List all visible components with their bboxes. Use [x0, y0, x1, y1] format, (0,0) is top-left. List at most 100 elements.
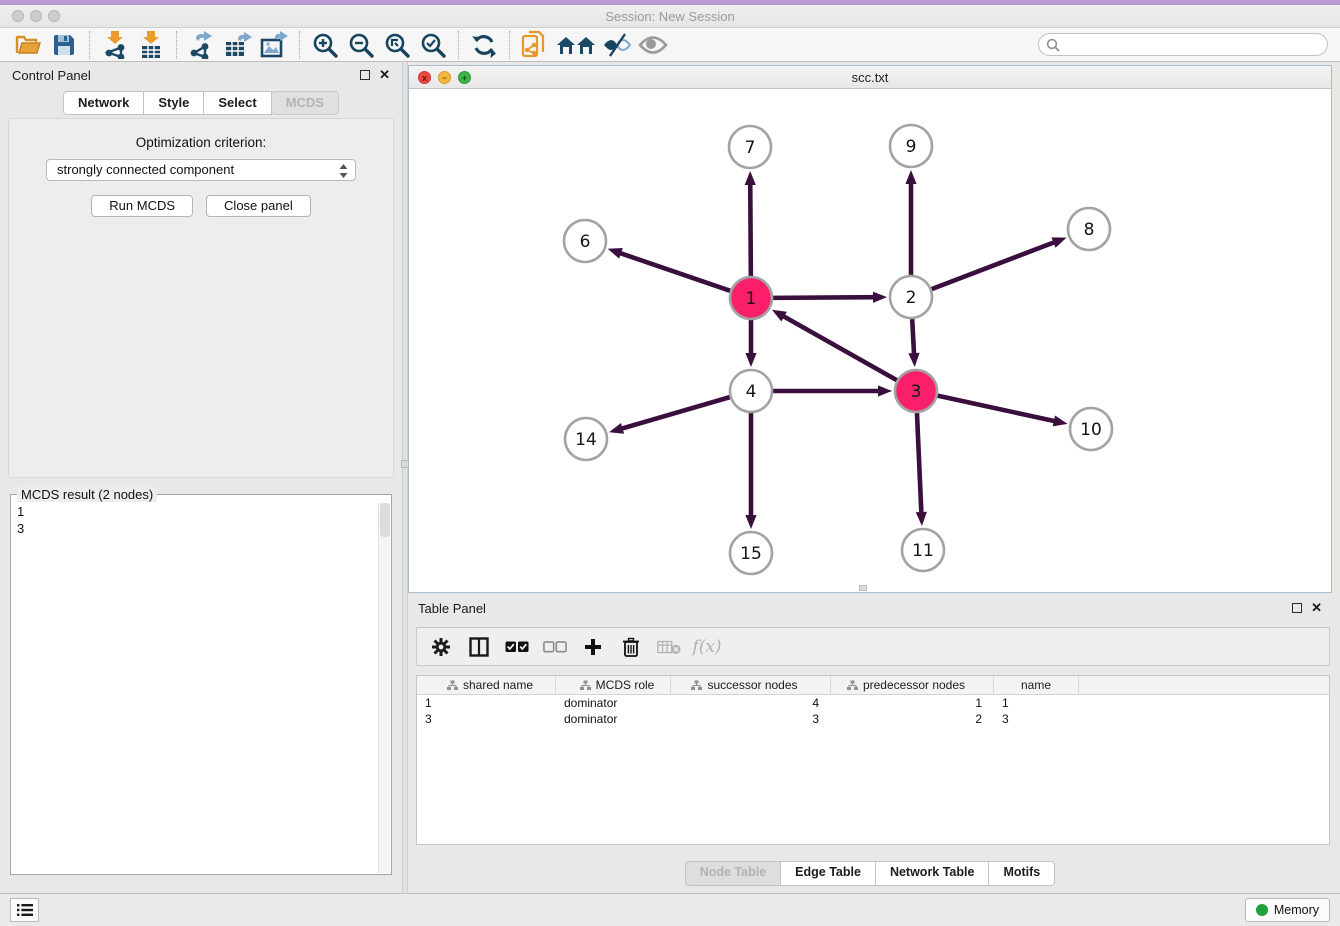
table-cell[interactable]: 1: [994, 695, 1079, 711]
column-label: shared name: [463, 678, 533, 692]
run-mcds-button[interactable]: Run MCDS: [91, 195, 193, 217]
table-cell[interactable]: 3: [417, 711, 556, 727]
save-session-button[interactable]: [49, 30, 79, 60]
graph-edge-2-8[interactable]: [932, 237, 1067, 289]
delete-columns-button[interactable]: [619, 635, 643, 659]
deselect-all-button[interactable]: [543, 635, 567, 659]
close-table-panel-icon[interactable]: ✕: [1311, 600, 1322, 616]
toolbar-search[interactable]: [1038, 33, 1328, 56]
network-titlebar[interactable]: x − + scc.txt: [409, 66, 1331, 89]
column-header-predecessor-nodes[interactable]: predecessor nodes: [831, 676, 994, 695]
network-overview-button[interactable]: [556, 30, 596, 60]
table-cell[interactable]: dominator: [556, 695, 671, 711]
graph-edge-1-2[interactable]: [773, 292, 887, 303]
graph-edge-4-15[interactable]: [745, 413, 756, 529]
bird-eye-view-button[interactable]: [638, 30, 668, 60]
tab-network-table[interactable]: Network Table: [876, 861, 990, 886]
float-panel-icon[interactable]: [360, 70, 370, 80]
import-table-button[interactable]: [136, 30, 166, 60]
tab-select[interactable]: Select: [204, 91, 271, 115]
task-history-button[interactable]: [10, 898, 39, 922]
table-cell[interactable]: 1: [831, 695, 994, 711]
float-table-panel-icon[interactable]: [1292, 603, 1302, 613]
memory-button[interactable]: Memory: [1245, 898, 1330, 922]
export-image-button[interactable]: [259, 30, 289, 60]
column-header-successor-nodes[interactable]: successor nodes: [671, 676, 831, 695]
clone-network-button[interactable]: [520, 30, 550, 60]
result-scrollbar[interactable]: [378, 503, 390, 873]
graph-edge-1-4[interactable]: [745, 320, 756, 367]
save-icon: [52, 33, 76, 57]
table-panel-header: Table Panel ✕: [408, 595, 1332, 621]
graph-node-14[interactable]: 14: [565, 418, 607, 460]
function-builder-button[interactable]: f(x): [695, 635, 719, 659]
tab-motifs[interactable]: Motifs: [989, 861, 1055, 886]
svg-text:1: 1: [746, 289, 757, 309]
graph-edge-3-11[interactable]: [916, 413, 927, 526]
tab-mcds[interactable]: MCDS: [271, 91, 339, 115]
graph-edge-2-9[interactable]: [905, 170, 916, 275]
graph-node-6[interactable]: 6: [564, 220, 606, 262]
import-network-button[interactable]: [100, 30, 130, 60]
status-bar: Memory: [0, 893, 1340, 926]
tab-node-table[interactable]: Node Table: [685, 861, 781, 886]
table-options-button[interactable]: [429, 635, 453, 659]
tab-network[interactable]: Network: [63, 91, 144, 115]
close-panel-icon[interactable]: ✕: [379, 67, 390, 83]
column-header-name[interactable]: name: [994, 676, 1079, 695]
export-table-button[interactable]: [223, 30, 253, 60]
export-network-button[interactable]: [187, 30, 217, 60]
svg-text:9: 9: [906, 137, 917, 157]
apply-layout-button[interactable]: [469, 30, 499, 60]
zoom-out-button[interactable]: [346, 30, 376, 60]
mcds-result-box: MCDS result (2 nodes) 1 3: [10, 494, 392, 875]
graph-edge-4-14[interactable]: [609, 397, 730, 434]
graph-edge-2-3[interactable]: [908, 319, 919, 367]
graph-node-8[interactable]: 8: [1068, 208, 1110, 250]
graph-node-11[interactable]: 11: [902, 529, 944, 571]
graph-node-7[interactable]: 7: [729, 126, 771, 168]
table-cell[interactable]: 3: [671, 711, 831, 727]
zoom-in-button[interactable]: [310, 30, 340, 60]
network-resize-handle[interactable]: [859, 585, 867, 591]
criterion-dropdown[interactable]: strongly connected component: [46, 159, 356, 181]
graph-node-15[interactable]: 15: [730, 532, 772, 574]
mcds-result-text[interactable]: 1 3: [13, 503, 377, 872]
show-column-panel-button[interactable]: [467, 635, 491, 659]
result-scrollbar-thumb[interactable]: [380, 503, 390, 537]
network-canvas[interactable]: 1 2 3 4 6 7 8 9 10 11 14 15: [409, 89, 1331, 592]
graph-edge-1-6[interactable]: [608, 248, 730, 291]
table-cell[interactable]: 4: [671, 695, 831, 711]
close-panel-button[interactable]: Close panel: [206, 195, 311, 217]
open-session-button[interactable]: [13, 30, 43, 60]
control-panel: Control Panel ✕ Network Style Select MCD…: [0, 62, 402, 893]
graph-node-1[interactable]: 1: [730, 277, 772, 319]
graph-node-4[interactable]: 4: [730, 370, 772, 412]
tab-edge-table[interactable]: Edge Table: [781, 861, 876, 886]
graph-edge-3-1[interactable]: [772, 310, 897, 380]
table-row[interactable]: 3dominator323: [417, 711, 1329, 727]
tab-style[interactable]: Style: [144, 91, 204, 115]
create-column-button[interactable]: [581, 635, 605, 659]
table-cell[interactable]: dominator: [556, 711, 671, 727]
table-cell[interactable]: 3: [994, 711, 1079, 727]
graph-edge-1-7[interactable]: [745, 171, 756, 276]
search-input[interactable]: [1060, 38, 1310, 52]
select-all-button[interactable]: [505, 635, 529, 659]
column-header-mcds-role[interactable]: MCDS role: [556, 676, 671, 695]
column-header-shared-name[interactable]: shared name: [417, 676, 556, 695]
table-row[interactable]: 1dominator411: [417, 695, 1329, 711]
table-cell[interactable]: 2: [831, 711, 994, 727]
zoom-selected-button[interactable]: [418, 30, 448, 60]
graphics-details-button[interactable]: [602, 30, 632, 60]
graph-edge-3-10[interactable]: [937, 396, 1067, 427]
graph-node-3[interactable]: 3: [895, 370, 937, 412]
toolbar-separator: [176, 31, 177, 59]
graph-node-2[interactable]: 2: [890, 276, 932, 318]
graph-node-9[interactable]: 9: [890, 125, 932, 167]
delete-table-button[interactable]: [657, 635, 681, 659]
table-cell[interactable]: 1: [417, 695, 556, 711]
fit-content-button[interactable]: [382, 30, 412, 60]
graph-node-10[interactable]: 10: [1070, 408, 1112, 450]
graph-edge-4-3[interactable]: [773, 385, 892, 396]
